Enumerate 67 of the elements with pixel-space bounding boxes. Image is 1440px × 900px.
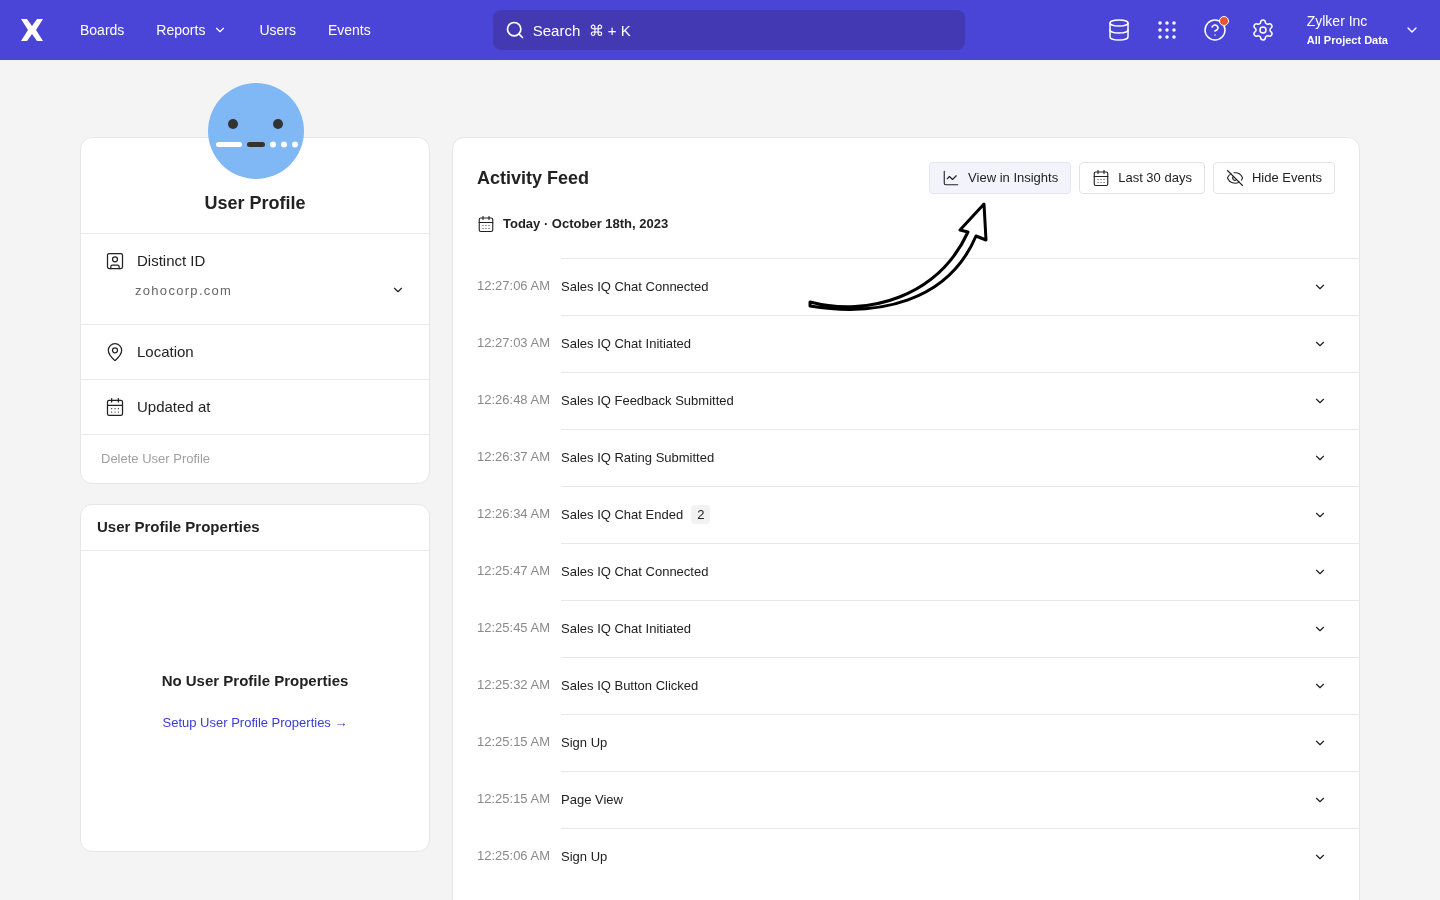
- event-time: 12:25:45 AM: [477, 619, 551, 638]
- event-time: 12:27:06 AM: [477, 277, 551, 296]
- event-time: 12:25:32 AM: [477, 676, 551, 695]
- event-time: 12:26:37 AM: [477, 448, 551, 467]
- activity-row[interactable]: 12:25:06 AM Sign Up: [453, 827, 1359, 885]
- database-settings-icon[interactable]: [1106, 18, 1131, 42]
- activity-row[interactable]: 12:27:03 AM Sales IQ Chat Initiated: [453, 314, 1359, 372]
- properties-title: User Profile Properties: [97, 517, 260, 538]
- eye-off-icon: [1225, 169, 1244, 187]
- event-name: Sales IQ Feedback Submitted: [561, 391, 734, 410]
- settings-icon[interactable]: [1250, 18, 1275, 42]
- search-field[interactable]: Search ⌘ + K: [492, 10, 965, 50]
- event-name: Sales IQ Chat Connected: [561, 562, 709, 581]
- activity-row[interactable]: 12:25:32 AM Sales IQ Button Clicked: [453, 656, 1359, 714]
- event-name: Sales IQ Button Clicked: [561, 676, 699, 695]
- profile-title: User Profile: [204, 192, 306, 215]
- nav-menu-item[interactable]: Events: [327, 19, 371, 41]
- event-time: 12:25:15 AM: [477, 733, 551, 752]
- activity-row[interactable]: 12:25:45 AM Sales IQ Chat Initiated: [453, 599, 1359, 657]
- field-label: Updated at: [137, 396, 211, 417]
- account-name: Zylker Inc: [1306, 12, 1369, 32]
- activity-row[interactable]: 12:25:15 AM Page View: [453, 770, 1359, 828]
- event-name: Sign Up: [561, 733, 608, 752]
- nav-menu-item[interactable]: Boards: [80, 19, 125, 41]
- activity-row[interactable]: 12:26:34 AM Sales IQ Chat Ended 2: [453, 485, 1359, 543]
- calendar-icon: [477, 214, 495, 233]
- toolbar-button[interactable]: View in Insights: [929, 162, 1072, 194]
- logo-icon: [20, 18, 44, 42]
- event-time: 12:26:34 AM: [477, 505, 551, 524]
- line-chart-icon: [942, 169, 961, 187]
- field-label: Location: [137, 341, 194, 362]
- event-name: Sales IQ Chat Ended: [561, 505, 684, 524]
- event-count: 2: [691, 504, 711, 525]
- activity-row[interactable]: 12:26:48 AM Sales IQ Feedback Submitted: [453, 371, 1359, 429]
- distinct-id-value: zohocorp.com: [135, 281, 233, 300]
- calendar-icon: [1092, 169, 1111, 187]
- setup-properties-link[interactable]: Setup User Profile Properties →: [162, 712, 348, 732]
- activity-row[interactable]: 12:25:47 AM Sales IQ Chat Connected: [453, 542, 1359, 600]
- activity-row[interactable]: 12:25:15 AM Sign Up: [453, 713, 1359, 771]
- event-name: Sales IQ Chat Connected: [561, 277, 709, 296]
- event-name: Sales IQ Chat Initiated: [561, 334, 692, 353]
- help-button[interactable]: [1202, 18, 1227, 42]
- search-icon: [504, 20, 525, 40]
- project-name: All Project Data: [1306, 33, 1388, 49]
- user-id-icon: [105, 251, 125, 272]
- event-time: 12:27:03 AM: [477, 334, 551, 353]
- event-time: 12:25:47 AM: [477, 562, 551, 581]
- location-pin-icon: [105, 342, 125, 362]
- event-name: Page View: [561, 790, 623, 809]
- event-name: Sales IQ Rating Submitted: [561, 448, 715, 467]
- event-name: Sign Up: [561, 847, 608, 866]
- feed-title: Activity Feed: [477, 166, 590, 190]
- empty-state-message: No User Profile Properties: [161, 671, 349, 691]
- toolbar-button[interactable]: Hide Events: [1212, 162, 1335, 194]
- account-switcher[interactable]: Zylker Inc All Project Data: [1306, 11, 1420, 49]
- activity-row[interactable]: 12:26:37 AM Sales IQ Rating Submitted: [453, 428, 1359, 486]
- help-icon: [1202, 18, 1227, 42]
- event-time: 12:25:06 AM: [477, 847, 551, 866]
- event-time: 12:25:15 AM: [477, 790, 551, 809]
- field-label: Distinct ID: [137, 251, 206, 271]
- nav-menu-item[interactable]: Reports: [156, 19, 228, 41]
- nav-menu-item[interactable]: Users: [259, 19, 296, 41]
- event-time: 12:26:48 AM: [477, 391, 551, 410]
- date-heading: Today · October 18th, 2023: [503, 215, 669, 233]
- event-name: Sales IQ Chat Initiated: [561, 619, 692, 638]
- toolbar-button[interactable]: Last 30 days: [1079, 162, 1205, 194]
- calendar-icon: [105, 397, 125, 417]
